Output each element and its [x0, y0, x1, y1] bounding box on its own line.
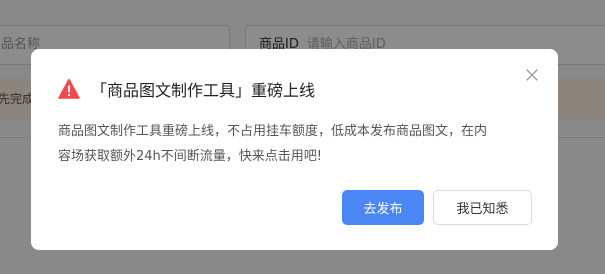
acknowledge-button[interactable]: 我已知悉 — [433, 190, 532, 225]
dialog-title: 「商品图文制作工具」重磅上线 — [91, 81, 316, 100]
publish-button[interactable]: 去发布 — [342, 190, 424, 225]
close-icon — [526, 69, 538, 81]
dialog-body-text: 商品图文制作工具重磅上线，不占用挂车额度，低成本发布商品图文，在内容场获取额外2… — [58, 124, 488, 164]
close-button[interactable] — [524, 67, 540, 83]
warning-triangle-icon — [58, 78, 80, 100]
announcement-dialog: 「商品图文制作工具」重磅上线 商品图文制作工具重磅上线，不占用挂车额度，低成本发… — [31, 49, 558, 250]
dialog-header: 「商品图文制作工具」重磅上线 — [58, 77, 315, 101]
